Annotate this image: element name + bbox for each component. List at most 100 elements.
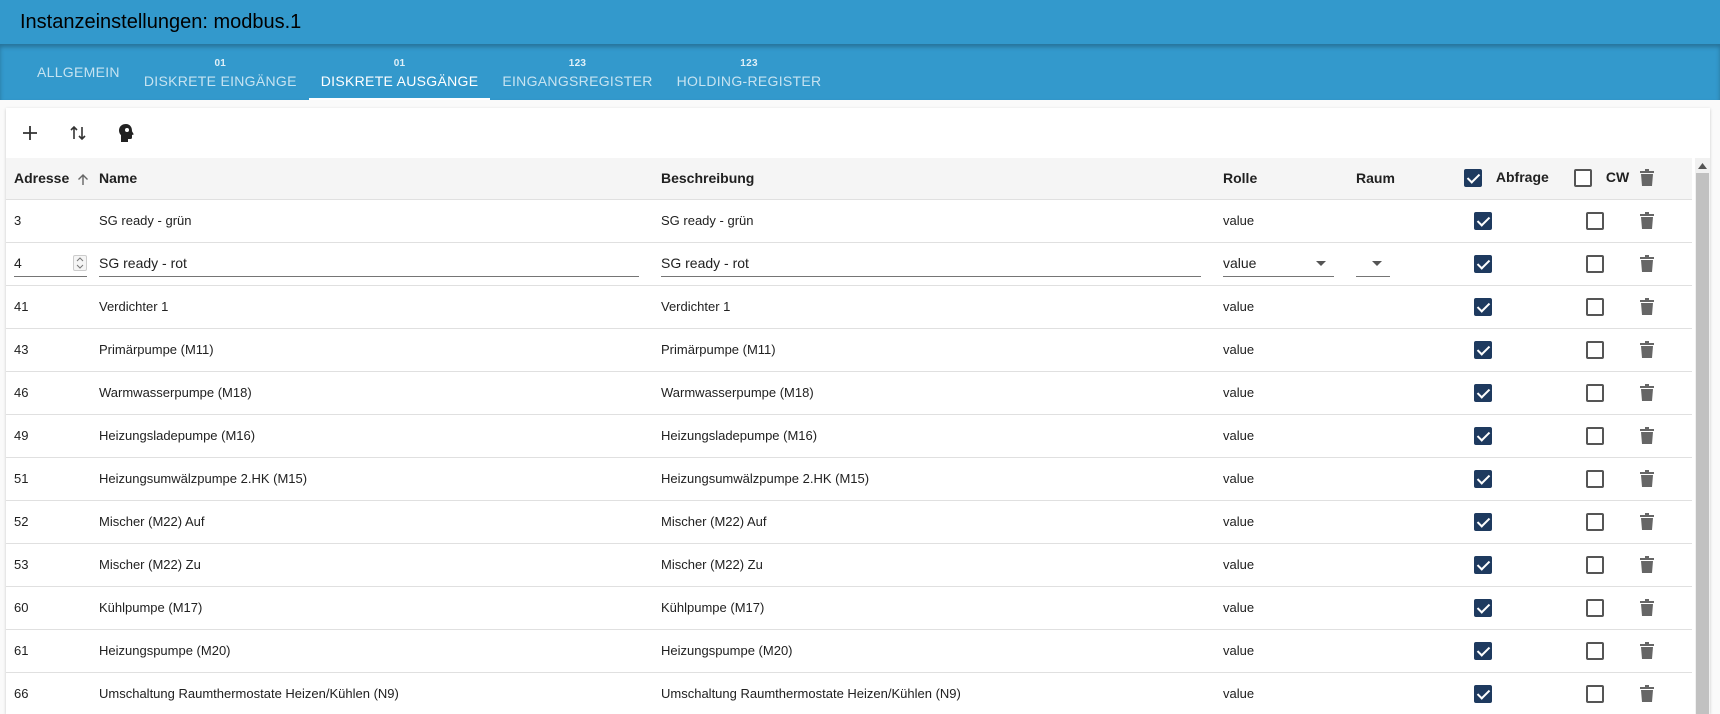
cell-beschreibung: Heizungspumpe (M20): [653, 629, 1215, 673]
cell-cw: [1566, 414, 1632, 458]
cell-raum: [1348, 586, 1456, 630]
adresse-input[interactable]: 4: [14, 251, 87, 277]
abfrage-checkbox[interactable]: [1474, 383, 1492, 402]
cell-abfrage: [1456, 285, 1566, 329]
beschreibung-input[interactable]: SG ready - rot: [661, 251, 1201, 277]
trash-icon[interactable]: [1640, 598, 1654, 617]
cw-checkbox[interactable]: [1586, 555, 1604, 574]
cell-name: Heizungsumwälzpumpe 2.HK (M15): [91, 457, 653, 501]
cw-checkbox[interactable]: [1586, 469, 1604, 488]
cw-checkbox[interactable]: [1586, 598, 1604, 617]
col-adresse[interactable]: Adresse: [6, 158, 91, 200]
table-row-editing[interactable]: 4 SG ready - rot SG ready - rot value: [6, 242, 1692, 286]
col-name[interactable]: Name: [91, 158, 653, 200]
table-row[interactable]: 52 Mischer (M22) Auf Mischer (M22) Auf valu…: [6, 500, 1692, 544]
table-row[interactable]: 43 Primärpumpe (M11) Primärpumpe (M11) valu…: [6, 328, 1692, 372]
scroll-thumb[interactable]: [1696, 173, 1709, 714]
rolle-select[interactable]: value: [1223, 251, 1334, 277]
cell-raum: [1348, 285, 1456, 329]
cell-delete: [1632, 285, 1692, 329]
abfrage-checkbox[interactable]: [1474, 426, 1492, 445]
cell-beschreibung: Kühlpumpe (M17): [653, 586, 1215, 630]
trash-icon[interactable]: [1640, 512, 1654, 531]
cell-rolle: value: [1215, 672, 1348, 714]
trash-icon[interactable]: [1640, 641, 1654, 660]
table-row[interactable]: 46 Warmwasserpumpe (M18) Warmwasserpumpe (…: [6, 371, 1692, 415]
name-value: SG ready - rot: [99, 255, 187, 271]
tab-holding-register[interactable]: 123 HOLDING-REGISTER: [665, 44, 834, 100]
abfrage-checkbox[interactable]: [1474, 254, 1492, 273]
tab-eingangsregister[interactable]: 123 EINGANGSREGISTER: [490, 44, 664, 100]
col-delete: [1632, 158, 1692, 200]
cw-checkbox[interactable]: [1586, 512, 1604, 531]
col-beschreibung[interactable]: Beschreibung: [653, 158, 1215, 200]
cw-checkbox[interactable]: [1586, 297, 1604, 316]
abfrage-checkbox[interactable]: [1474, 469, 1492, 488]
abfrage-checkbox[interactable]: [1474, 512, 1492, 531]
cw-checkbox[interactable]: [1586, 684, 1604, 703]
trash-icon[interactable]: [1640, 297, 1654, 316]
cw-checkbox[interactable]: [1586, 641, 1604, 660]
trash-icon[interactable]: [1640, 169, 1654, 187]
cell-rolle: value: [1215, 242, 1348, 286]
table-row[interactable]: 51 Heizungsumwälzpumpe 2.HK (M15) Heizungs…: [6, 457, 1692, 501]
cell-rolle: value: [1215, 500, 1348, 544]
cw-checkbox[interactable]: [1586, 383, 1604, 402]
abfrage-checkbox[interactable]: [1474, 211, 1492, 230]
table-header-row: Adresse Name Beschreibung Rolle Raum Abf…: [6, 158, 1692, 200]
import-button[interactable]: [112, 119, 140, 147]
tab-bar: ALLGEMEIN 01 DISKRETE EINGÄNGE 01 DISKRE…: [0, 44, 1720, 100]
tab-badge: 123: [740, 58, 758, 69]
trash-icon[interactable]: [1640, 426, 1654, 445]
trash-icon[interactable]: [1640, 555, 1654, 574]
trash-icon[interactable]: [1640, 254, 1654, 273]
cell-raum: [1348, 414, 1456, 458]
name-input[interactable]: SG ready - rot: [99, 251, 639, 277]
trash-icon[interactable]: [1640, 383, 1654, 402]
cw-checkbox[interactable]: [1586, 426, 1604, 445]
table-row[interactable]: 60 Kühlpumpe (M17) Kühlpumpe (M17) value: [6, 586, 1692, 630]
abfrage-checkbox[interactable]: [1474, 684, 1492, 703]
cw-all-checkbox[interactable]: [1574, 169, 1592, 188]
cell-raum: [1348, 457, 1456, 501]
trash-icon[interactable]: [1640, 211, 1654, 230]
table-row[interactable]: 49 Heizungsladepumpe (M16) Heizungsladepum…: [6, 414, 1692, 458]
tab-allgemein[interactable]: ALLGEMEIN: [25, 44, 132, 100]
table-row[interactable]: 3 SG ready - grün SG ready - grün value: [6, 199, 1692, 243]
cell-abfrage: [1456, 543, 1566, 587]
trash-icon[interactable]: [1640, 340, 1654, 359]
abfrage-checkbox[interactable]: [1474, 641, 1492, 660]
col-cw: CW: [1566, 158, 1632, 200]
raum-select[interactable]: [1356, 251, 1390, 277]
table-row[interactable]: 66 Umschaltung Raumthermostate Heizen/Küh…: [6, 672, 1692, 714]
table-row[interactable]: 41 Verdichter 1 Verdichter 1 value: [6, 285, 1692, 329]
abfrage-checkbox[interactable]: [1474, 297, 1492, 316]
cell-abfrage: [1456, 672, 1566, 714]
col-rolle[interactable]: Rolle: [1215, 158, 1348, 200]
number-spinner[interactable]: [73, 255, 87, 271]
tab-diskrete-ausgaenge[interactable]: 01 DISKRETE AUSGÄNGE: [308, 44, 491, 100]
trash-icon[interactable]: [1640, 469, 1654, 488]
tab-diskrete-eingaenge[interactable]: 01 DISKRETE EINGÄNGE: [132, 44, 309, 100]
abfrage-checkbox[interactable]: [1474, 598, 1492, 617]
cw-checkbox[interactable]: [1586, 211, 1604, 230]
table-row[interactable]: 61 Heizungspumpe (M20) Heizungspumpe (M20)…: [6, 629, 1692, 673]
cw-checkbox[interactable]: [1586, 340, 1604, 359]
cw-checkbox[interactable]: [1586, 254, 1604, 273]
cell-name: Mischer (M22) Zu: [91, 543, 653, 587]
trash-icon[interactable]: [1640, 684, 1654, 703]
abfrage-checkbox[interactable]: [1474, 555, 1492, 574]
cell-delete: [1632, 457, 1692, 501]
cell-rolle: value: [1215, 629, 1348, 673]
cell-beschreibung: Umschaltung Raumthermostate Heizen/Kühle…: [653, 672, 1215, 714]
tab-badge: 123: [568, 58, 587, 69]
abfrage-checkbox[interactable]: [1474, 340, 1492, 359]
col-raum[interactable]: Raum: [1348, 158, 1456, 200]
chevron-down-icon: [1372, 260, 1382, 266]
sort-button[interactable]: [64, 119, 92, 147]
vertical-scrollbar[interactable]: [1695, 158, 1710, 714]
table-row[interactable]: 53 Mischer (M22) Zu Mischer (M22) Zu value: [6, 543, 1692, 587]
add-button[interactable]: [16, 119, 44, 147]
abfrage-all-checkbox[interactable]: [1464, 169, 1482, 188]
scroll-up-arrow[interactable]: [1695, 158, 1710, 173]
